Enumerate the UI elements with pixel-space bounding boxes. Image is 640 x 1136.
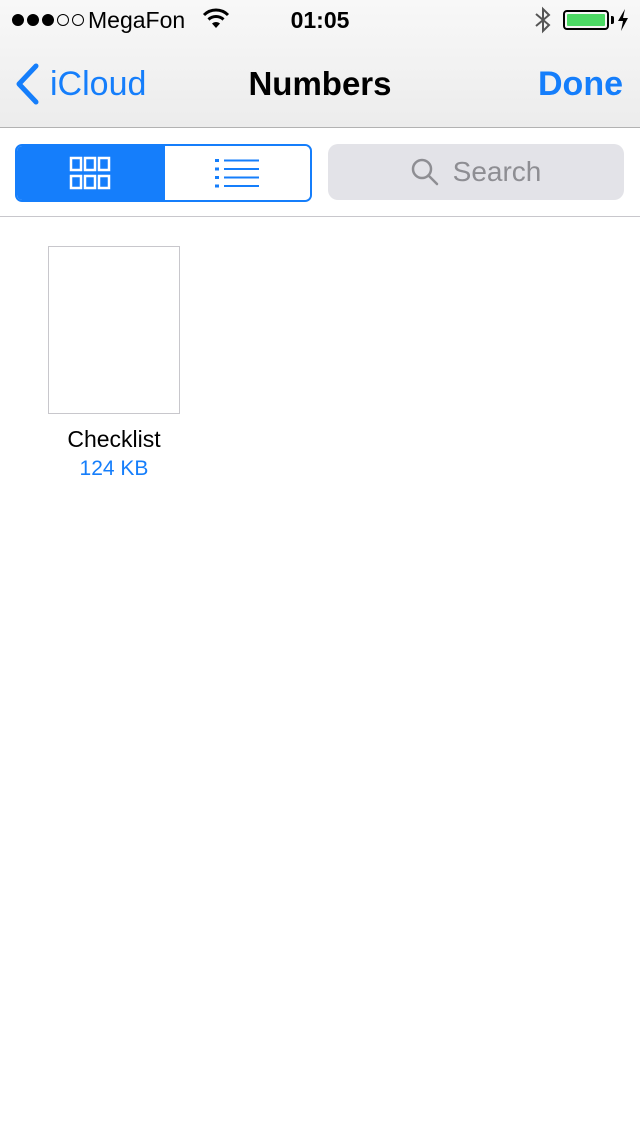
document-name: Checklist (67, 426, 161, 452)
battery-icon (563, 10, 609, 30)
search-placeholder: Search (452, 156, 542, 187)
search-field[interactable]: Search (328, 144, 624, 200)
document-browser: Checklist 124 KB (0, 218, 640, 1136)
grid-view-segment[interactable] (17, 146, 163, 200)
toolbar: Search (0, 129, 640, 217)
document-item[interactable]: Checklist 124 KB (30, 246, 198, 482)
navigation-bar: iCloud Numbers Done (0, 40, 640, 128)
status-bar: MegaFon 01:05 (0, 0, 640, 40)
bluetooth-icon (535, 6, 551, 34)
document-size: 124 KB (79, 457, 149, 480)
search-icon (411, 158, 438, 186)
document-thumbnail[interactable] (48, 246, 180, 414)
view-mode-control (15, 144, 312, 202)
grid-view-icon (69, 156, 110, 190)
done-button[interactable]: Done (538, 62, 623, 106)
list-view-icon (215, 159, 260, 188)
battery-cap (611, 16, 614, 24)
list-view-segment[interactable] (162, 146, 310, 200)
header: MegaFon 01:05 iCloud Numbers Done (0, 0, 640, 128)
charging-icon (618, 9, 628, 31)
